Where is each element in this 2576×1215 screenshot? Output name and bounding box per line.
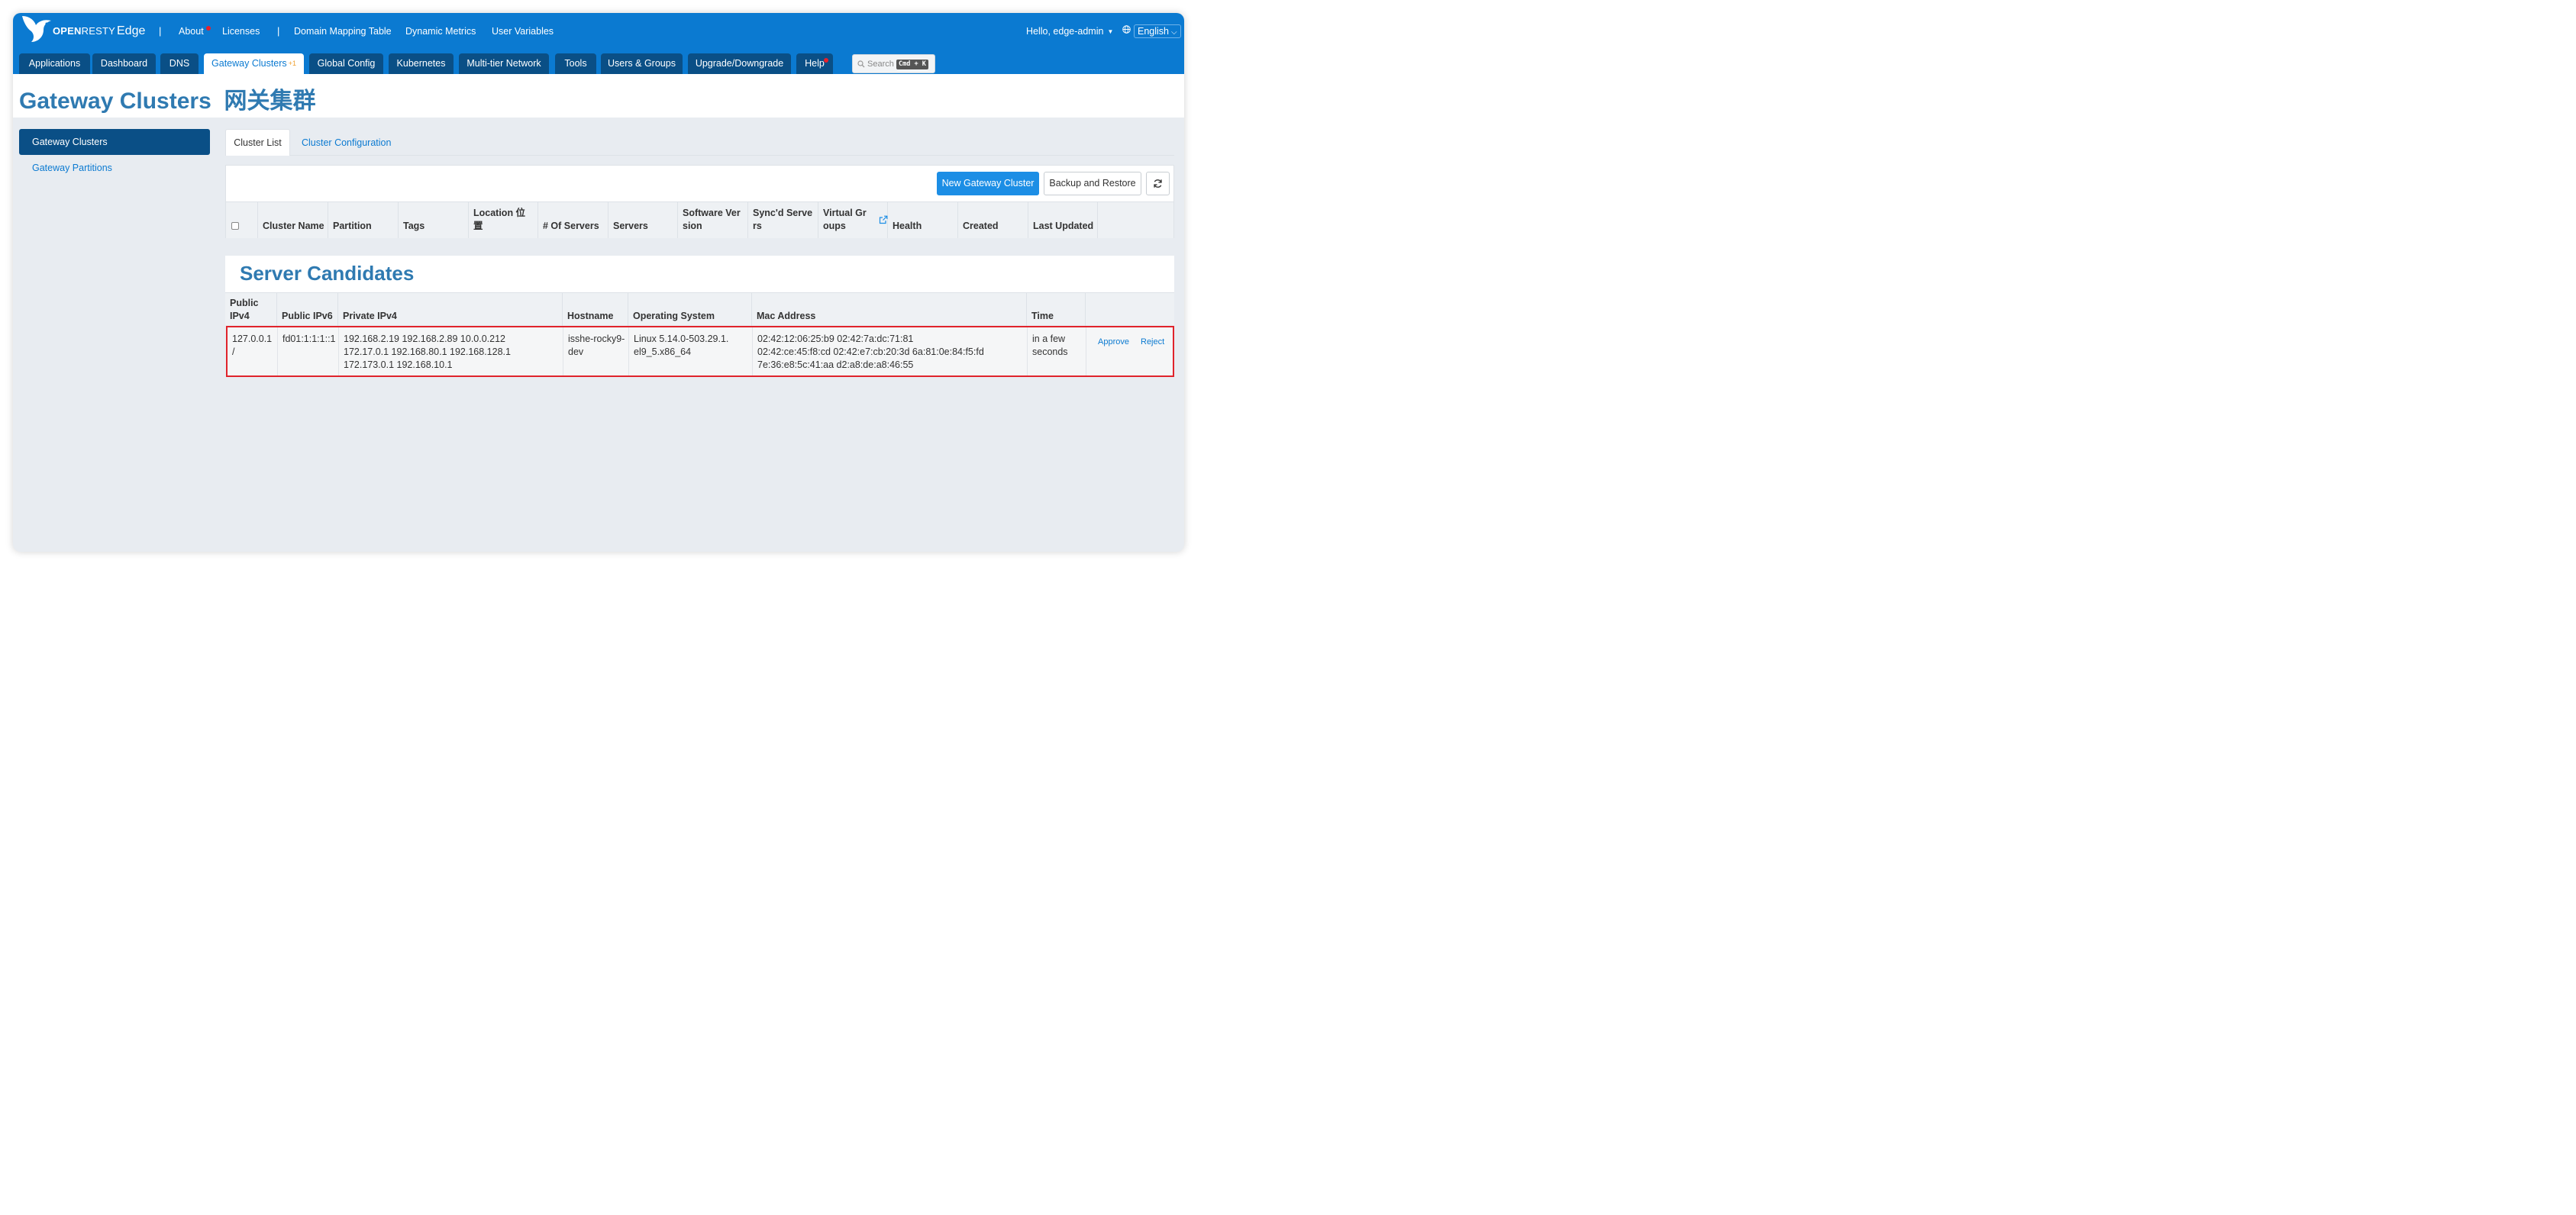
column-header[interactable]: Time [1027,293,1086,326]
caret-down-icon: ▼ [1107,28,1114,35]
tab-badge: +1 [288,60,296,67]
search-icon [857,60,865,68]
column-header[interactable]: Last Updated [1028,202,1098,238]
select-all-checkbox[interactable] [231,222,239,230]
backup-restore-button[interactable]: Backup and Restore [1044,172,1141,195]
product-name: Edge [117,24,146,37]
section-header: Server Candidates [225,256,1174,292]
tab-dashboard[interactable]: Dashboard [92,53,156,74]
column-header[interactable]: Servers [608,202,678,238]
globe-icon [1122,25,1131,34]
external-link-icon[interactable] [879,215,888,224]
new-gateway-cluster-button[interactable]: New Gateway Cluster [937,172,1039,195]
tab-cluster-configuration[interactable]: Cluster Configuration [302,137,391,148]
refresh-button[interactable] [1146,172,1170,195]
nav-user-variables[interactable]: User Variables [492,26,554,37]
nav-about[interactable]: About [179,26,204,37]
search-box[interactable]: Search Cmd + K [852,54,935,73]
cell-hostname: isshe-rocky9-dev [563,327,629,375]
tab-applications[interactable]: Applications [19,53,90,74]
column-header[interactable]: Hostname [563,293,628,326]
candidates-table-header: Public IPv4 Public IPv6 Private IPv4 Hos… [225,292,1174,326]
tab-multi-tier-network[interactable]: Multi-tier Network [459,53,549,74]
page-title: Gateway Clusters 网关集群 [19,89,316,114]
nav-licenses[interactable]: Licenses [222,26,260,37]
column-header[interactable]: Virtual Groups [818,202,888,238]
top-header: OPENRESTY Edge | About Licenses | Domain… [13,13,1184,74]
sidebar-item-gateway-partitions[interactable]: Gateway Partitions [32,163,112,173]
select-all-column [226,202,258,238]
actions-column [1098,202,1173,238]
nav-dynamic-metrics[interactable]: Dynamic Metrics [405,26,476,37]
tab-global-config[interactable]: Global Config [309,53,383,74]
tab-upgrade-downgrade[interactable]: Upgrade/Downgrade [688,53,791,74]
table-row: 127.0.0.1 / fd01:1:1:1::1 192.168.2.19 1… [226,326,1174,377]
notification-dot [206,26,211,31]
nav-separator: | [159,25,162,37]
actions-column [1086,293,1174,326]
tab-help[interactable]: Help [796,53,833,74]
approve-link[interactable]: Approve [1098,337,1129,346]
column-header[interactable]: Public IPv6 [277,293,338,326]
column-header[interactable]: # Of Servers [538,202,608,238]
subtab-divider [225,155,1174,156]
cluster-table-header: Cluster Name Partition Tags Location 位置 … [226,201,1173,238]
app-window: OPENRESTY Edge | About Licenses | Domain… [13,13,1184,552]
cell-public-ipv4: 127.0.0.1 / [228,327,278,375]
language-select[interactable]: English ⌵ [1134,24,1181,38]
column-header[interactable]: Sync'd Servers [748,202,818,238]
cell-operating-system: Linux 5.14.0-503.29.1.el9_5.x86_64 [629,327,753,375]
search-shortcut: Cmd + K [896,60,928,69]
column-header[interactable]: Private IPv4 [338,293,563,326]
column-header[interactable]: Tags [399,202,469,238]
tab-gateway-clusters[interactable]: Gateway Clusters +1 [204,53,304,74]
brand-name: OPENRESTY [53,25,115,37]
column-header[interactable]: Mac Address [752,293,1027,326]
column-header[interactable]: Public IPv4 [225,293,277,326]
tab-users-groups[interactable]: Users & Groups [601,53,683,74]
column-header[interactable]: Created [958,202,1028,238]
cell-time: in a few seconds [1028,327,1086,375]
server-candidates-section: Server Candidates Public IPv4 Public IPv… [225,256,1174,378]
tab-dns[interactable]: DNS [160,53,199,74]
section-title: Server Candidates [240,262,415,285]
nav-separator: | [277,25,280,37]
sidebar-item-gateway-clusters[interactable]: Gateway Clusters [19,129,210,155]
column-header[interactable]: Operating System [628,293,752,326]
nav-domain-mapping-table[interactable]: Domain Mapping Table [294,26,392,37]
openresty-logo[interactable]: OPENRESTY Edge [19,13,149,47]
search-placeholder: Search [867,60,894,69]
column-header[interactable]: Location 位置 [469,202,538,238]
column-header[interactable]: Partition [328,202,399,238]
chevron-down-icon: ⌵ [1171,28,1177,37]
cell-public-ipv6: fd01:1:1:1::1 [278,327,339,375]
tab-tools[interactable]: Tools [555,53,596,74]
user-menu[interactable]: Hello, edge-admin ▼ [1026,26,1113,37]
column-header[interactable]: Health [888,202,958,238]
cell-private-ipv4: 192.168.2.19 192.168.2.89 10.0.0.212 172… [339,327,563,375]
column-header[interactable]: Cluster Name [258,202,328,238]
notification-dot [824,58,828,63]
reject-link[interactable]: Reject [1141,337,1164,346]
cell-mac-address: 02:42:12:06:25:b9 02:42:7a:dc:71:81 02:4… [753,327,1028,375]
tab-cluster-list[interactable]: Cluster List [225,129,290,156]
refresh-icon [1154,179,1162,188]
cluster-list-panel: New Gateway Cluster Backup and Restore C… [225,165,1174,238]
bird-logo-icon [22,16,51,42]
column-header[interactable]: Software Version [678,202,748,238]
page-title-bar: Gateway Clusters 网关集群 [13,74,1184,118]
tab-kubernetes[interactable]: Kubernetes [389,53,454,74]
